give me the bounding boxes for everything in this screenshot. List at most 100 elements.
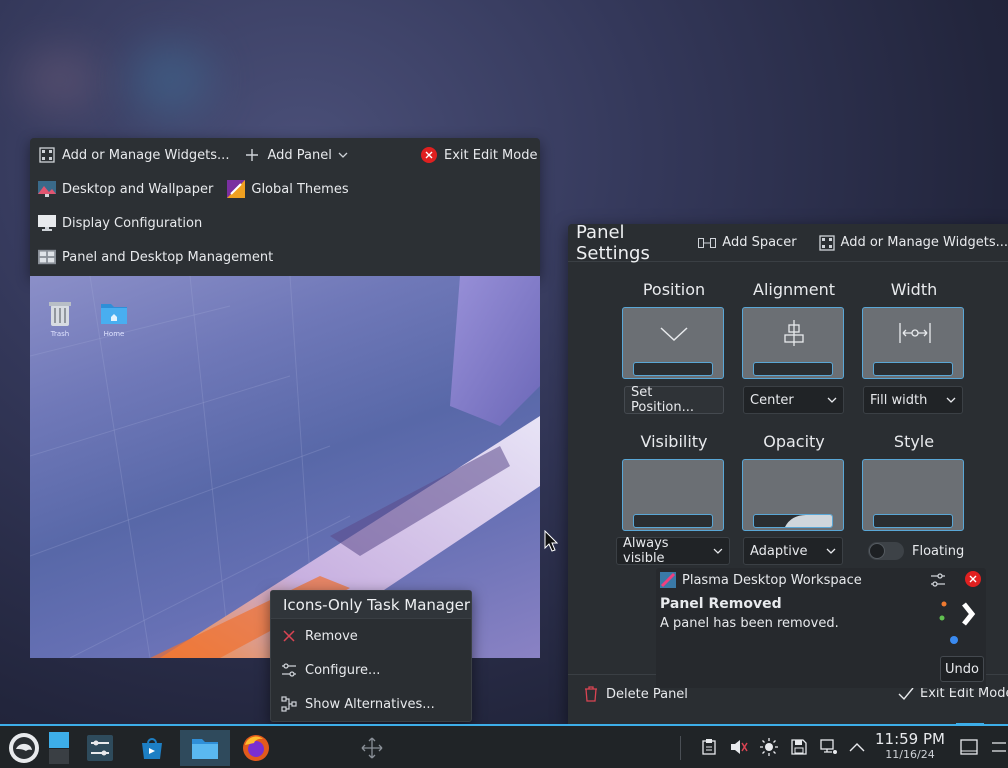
opacity-combo[interactable]: Adaptive	[743, 537, 843, 565]
network-tray-icon[interactable]	[820, 738, 838, 756]
alignment-preview[interactable]	[742, 307, 844, 379]
visibility-combo[interactable]: Always visible	[616, 536, 730, 566]
opacity-label: Opacity	[763, 432, 825, 451]
dolphin-launcher[interactable]	[180, 730, 230, 766]
alignment-value: Center	[750, 392, 794, 408]
checkmark-icon	[898, 687, 914, 700]
wallpaper-blur-spot	[130, 45, 210, 115]
visibility-section: Visibility	[622, 432, 726, 531]
widgets-grid-icon	[38, 146, 56, 164]
alignment-section: Alignment	[742, 280, 846, 379]
style-section: Style	[862, 432, 966, 531]
desktop-wallpaper-button[interactable]: Desktop and Wallpaper	[38, 180, 213, 198]
save-disk-icon	[791, 739, 807, 755]
set-position-label: Set Position...	[631, 385, 695, 415]
opacity-value: Adaptive	[750, 543, 808, 559]
visibility-label: Visibility	[640, 432, 708, 451]
exit-edit-mode-button[interactable]: Exit Edit Mode	[420, 146, 537, 164]
panel-management-icon	[38, 248, 56, 266]
move-arrows-icon	[361, 737, 383, 759]
digital-clock[interactable]: 11:59 PM 11/16/24	[872, 730, 948, 762]
opacity-section: Opacity	[742, 432, 846, 531]
wallpaper-icon	[38, 180, 56, 198]
trash-icon	[585, 686, 597, 702]
add-widgets-button[interactable]: Add or Manage Widgets...	[38, 146, 229, 164]
position-preview[interactable]	[622, 307, 724, 379]
chevron-down-icon	[660, 327, 688, 342]
notification-settings-icon[interactable]	[930, 572, 946, 588]
exit-edit-mode-panel-button[interactable]: Exit Edit Mode	[898, 686, 1008, 701]
add-spacer-label: Add Spacer	[722, 235, 797, 250]
add-panel-label: Add Panel	[267, 147, 332, 163]
alignment-combo[interactable]: Center	[743, 386, 844, 414]
tray-divider	[680, 736, 681, 760]
set-position-button[interactable]: Set Position...	[624, 385, 724, 415]
chevron-down-icon	[338, 148, 348, 163]
desktop-icon-trash[interactable]: Trash	[40, 298, 80, 338]
alternatives-icon	[281, 696, 297, 712]
chevron-up-icon	[849, 743, 865, 752]
show-desktop-button[interactable]	[960, 738, 978, 756]
panel-config-button[interactable]	[988, 738, 1006, 756]
task-manager-context-menu: Icons-Only Task Manager Remove Configure…	[270, 590, 472, 722]
visibility-preview[interactable]	[622, 459, 724, 531]
panel-desktop-mgmt-label: Panel and Desktop Management	[62, 249, 274, 265]
notification-popup: Plasma Desktop Workspace Panel Removed A…	[656, 568, 986, 688]
exit-edit-mode-label: Exit Edit Mode	[920, 686, 1008, 701]
pager-widget[interactable]	[44, 730, 74, 766]
display-config-button[interactable]: Display Configuration	[38, 214, 202, 232]
system-settings-launcher[interactable]	[80, 730, 120, 766]
style-label: Style	[893, 432, 935, 451]
clock-date: 11/16/24	[885, 748, 935, 761]
width-label: Width	[890, 280, 938, 299]
width-preview[interactable]	[862, 307, 964, 379]
add-panel-button[interactable]: Add Panel	[243, 146, 348, 164]
panel-move-handle[interactable]	[352, 730, 392, 766]
chevron-down-icon	[713, 548, 723, 554]
disks-tray-icon[interactable]	[790, 738, 808, 756]
wallpaper-blur-spot	[20, 50, 100, 110]
floating-switch[interactable]	[868, 542, 904, 560]
clipboard-tray-icon[interactable]	[700, 738, 718, 756]
panel-desktop-mgmt-button[interactable]: Panel and Desktop Management	[38, 248, 273, 266]
volume-tray-icon[interactable]	[730, 738, 748, 756]
align-center-icon	[784, 320, 804, 346]
edit-mode-toolbar: Add or Manage Widgets... Add Panel Exit …	[30, 138, 540, 276]
show-desktop-icon	[960, 739, 978, 755]
panel-settings-title: Panel Settings	[576, 221, 650, 264]
panel-settings-header: Panel Settings Add Spacer Add or Manage …	[568, 221, 1008, 264]
notification-app-header: Plasma Desktop Workspace	[660, 572, 862, 588]
notification-close-icon[interactable]	[964, 570, 982, 588]
tray-expander[interactable]	[848, 738, 866, 756]
chevron-down-icon	[827, 397, 837, 403]
delete-panel-label: Delete Panel	[606, 686, 688, 702]
delete-panel-button[interactable]: Delete Panel	[584, 686, 688, 702]
fill-width-icon	[899, 323, 931, 343]
style-preview[interactable]	[862, 459, 964, 531]
opacity-preview[interactable]	[742, 459, 844, 531]
floating-toggle[interactable]: Floating	[868, 542, 964, 560]
trash-icon	[49, 302, 71, 326]
brightness-tray-icon[interactable]	[760, 738, 778, 756]
add-widgets-label: Add or Manage Widgets...	[62, 147, 230, 163]
firefox-launcher[interactable]	[236, 730, 276, 766]
global-themes-button[interactable]: Global Themes	[227, 180, 349, 198]
add-widgets-button-panel[interactable]: Add or Manage Widgets...	[818, 234, 1008, 251]
kde-plasma-logo-icon	[939, 601, 976, 644]
context-menu-title: Icons-Only Task Manager	[271, 591, 471, 619]
chevron-down-icon	[946, 397, 956, 403]
configure-menu-item[interactable]: Configure...	[271, 653, 471, 687]
discover-launcher[interactable]	[132, 730, 172, 766]
application-launcher[interactable]	[4, 730, 44, 766]
show-alternatives-menu-item[interactable]: Show Alternatives...	[271, 687, 471, 721]
desktop-icon-home[interactable]: Home	[94, 298, 134, 338]
add-spacer-button[interactable]: Add Spacer	[698, 235, 797, 250]
brightness-icon	[760, 738, 778, 756]
volume-muted-icon	[731, 740, 748, 754]
undo-button[interactable]: Undo	[940, 656, 984, 682]
clipboard-icon	[702, 739, 716, 755]
display-config-label: Display Configuration	[62, 215, 203, 231]
panel-highlight-indicator	[956, 723, 984, 726]
width-combo[interactable]: Fill width	[863, 386, 963, 414]
remove-menu-item[interactable]: Remove	[271, 619, 471, 653]
